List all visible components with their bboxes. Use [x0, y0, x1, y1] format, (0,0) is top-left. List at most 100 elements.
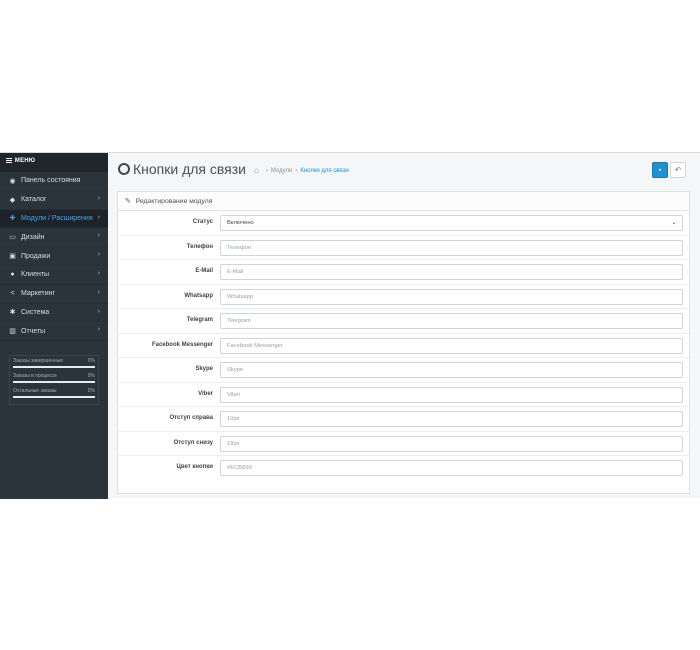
stat-processing: Заказы в процессе 0% [13, 373, 95, 383]
offset-right-label: Отступ справа [169, 415, 214, 421]
stat-percent: 0% [87, 373, 95, 379]
sidebar-item-catalog[interactable]: ◆ Каталог › [0, 191, 108, 210]
sidebar-item-design[interactable]: ▭ Дизайн › [0, 228, 108, 248]
save-icon: ▪ [658, 166, 662, 174]
share-icon: < [10, 290, 15, 298]
skype-label: Skype [195, 366, 213, 372]
stat-other: Остальные заказы 0% [13, 388, 95, 398]
chevron-right-icon: › [97, 213, 100, 221]
bar-chart-icon: ▥ [9, 328, 16, 336]
sidebar-item-customers[interactable]: ● Клиенты › [0, 266, 108, 285]
menu-header[interactable]: МЕНЮ [0, 153, 108, 172]
form-row-telegram: Telegram Telegram [118, 309, 689, 334]
sidebar-item-extensions[interactable]: ✚ Модули / Расширения › [0, 209, 108, 229]
form-row-status: Статус Включено ⌄ [118, 211, 689, 236]
messenger-input[interactable]: Facebook Messenger [220, 337, 683, 354]
phone-label: Телефон [186, 243, 213, 250]
form-row-offset-bottom: Отступ снизу 18px [118, 432, 689, 456]
progress-bar [13, 381, 95, 383]
home-icon[interactable]: ⌂ [254, 166, 259, 175]
form-row-skype: Skype Skype [118, 358, 689, 383]
whatsapp-label: Whatsapp [184, 292, 213, 299]
progress-bar [13, 396, 95, 398]
progress-fill [13, 366, 95, 368]
chevron-right-icon: › [97, 269, 100, 277]
circle-icon [118, 163, 130, 175]
sidebar-item-label: Модули / Расширения [21, 214, 93, 222]
sidebar-item-label: Клиенты [21, 271, 50, 279]
whatsapp-input[interactable]: Whatsapp [220, 288, 683, 305]
offset-right-input[interactable]: 10px [220, 411, 683, 427]
sidebar-item-sales[interactable]: ▣ Продажи › [0, 247, 108, 266]
skype-input[interactable]: Skype [220, 362, 683, 378]
telegram-input[interactable]: Telegram [220, 313, 683, 329]
breadcrumb-modules[interactable]: Модули [271, 168, 293, 174]
breadcrumb-current[interactable]: Кнопки для связи [300, 168, 348, 174]
offset-bottom-label: Отступ снизу [173, 439, 213, 446]
stat-completed: Заказы завершенные 0% [13, 358, 95, 368]
button-color-label: Цвет кнопки [176, 464, 213, 470]
menu-label: МЕНЮ [14, 158, 36, 165]
reply-icon: ↶ [675, 167, 681, 174]
page-header: Кнопки для связи ⌂ › Модули › Кнопки для… [118, 161, 349, 177]
viber-input[interactable]: Viber [220, 386, 683, 403]
chevron-right-icon: › [97, 288, 100, 296]
sidebar: МЕНЮ ◉ Панель состояния ◆ Каталог › ✚ Мо… [0, 153, 108, 499]
form-row-messenger: Facebook Messenger Facebook Messenger [118, 334, 689, 358]
sidebar-item-system[interactable]: ✱ Система › [0, 304, 108, 323]
sidebar-item-dashboard[interactable]: ◉ Панель состояния [0, 172, 108, 191]
breadcrumb-separator: › [295, 167, 298, 174]
status-select[interactable]: Включено ⌄ [220, 215, 683, 231]
stat-label: Заказы в процессе [13, 373, 57, 379]
stat-percent: 0% [87, 388, 95, 394]
chevron-right-icon: › [97, 326, 100, 334]
form-row-whatsapp: Whatsapp Whatsapp [118, 285, 689, 309]
status-value: Включено [227, 220, 254, 226]
chevron-right-icon: › [97, 251, 100, 259]
monitor-icon: ▭ [9, 234, 16, 242]
form-row-button-color: Цвет кнопки #ECB899 [118, 456, 689, 481]
breadcrumb-separator: › [265, 167, 268, 174]
email-input[interactable]: E-Mail [220, 264, 683, 280]
user-icon: ● [10, 271, 15, 279]
button-color-input[interactable]: #ECB899 [220, 460, 683, 476]
back-button[interactable]: ↶ [670, 162, 686, 178]
sidebar-item-label: Дизайн [21, 233, 45, 241]
progress-fill [13, 396, 95, 398]
breadcrumb: ⌂ › Модули › Кнопки для связи [254, 166, 349, 175]
pencil-icon: ✎ [125, 198, 131, 205]
stat-label: Остальные заказы [13, 388, 57, 394]
dashboard-icon: ◉ [9, 177, 16, 185]
status-label: Статус [192, 219, 213, 225]
sidebar-item-label: Продажи [21, 252, 51, 260]
save-button[interactable]: ▪ [652, 162, 668, 178]
chevron-right-icon: › [97, 194, 100, 202]
gear-icon: ✱ [9, 309, 16, 317]
panel-title: Редактирование модуля [135, 198, 213, 205]
sidebar-item-reports[interactable]: ▥ Отчеты › [0, 322, 108, 342]
progress-bar [13, 366, 95, 368]
tag-icon: ◆ [9, 196, 16, 204]
sidebar-item-marketing[interactable]: < Маркетинг › [0, 285, 108, 304]
phone-input[interactable]: Телефон [220, 239, 683, 256]
stat-percent: 0% [87, 358, 95, 364]
viber-label: Viber [198, 390, 213, 397]
telegram-label: Telegram [186, 317, 213, 323]
sidebar-nav: ◉ Панель состояния ◆ Каталог › ✚ Модули … [0, 172, 108, 342]
sidebar-item-label: Система [21, 308, 50, 316]
sidebar-item-label: Отчеты [21, 327, 46, 335]
puzzle-icon: ✚ [9, 215, 16, 223]
offset-bottom-input[interactable]: 18px [220, 435, 683, 452]
order-stats: Заказы завершенные 0% Заказы в процессе … [9, 355, 99, 405]
app-window: МЕНЮ ◉ Панель состояния ◆ Каталог › ✚ Мо… [0, 152, 700, 499]
form-row-email: E-Mail E-Mail [118, 260, 689, 285]
email-label: E-Mail [195, 268, 213, 274]
progress-fill [13, 381, 95, 383]
chevron-right-icon: › [97, 307, 100, 315]
messenger-label: Facebook Messenger [151, 341, 213, 348]
cart-icon: ▣ [9, 253, 16, 261]
chevron-right-icon: › [97, 232, 100, 240]
panel-heading: ✎ Редактирование модуля [118, 192, 689, 211]
form-row-viber: Viber Viber [118, 383, 689, 407]
form-row-phone: Телефон Телефон [118, 236, 689, 260]
